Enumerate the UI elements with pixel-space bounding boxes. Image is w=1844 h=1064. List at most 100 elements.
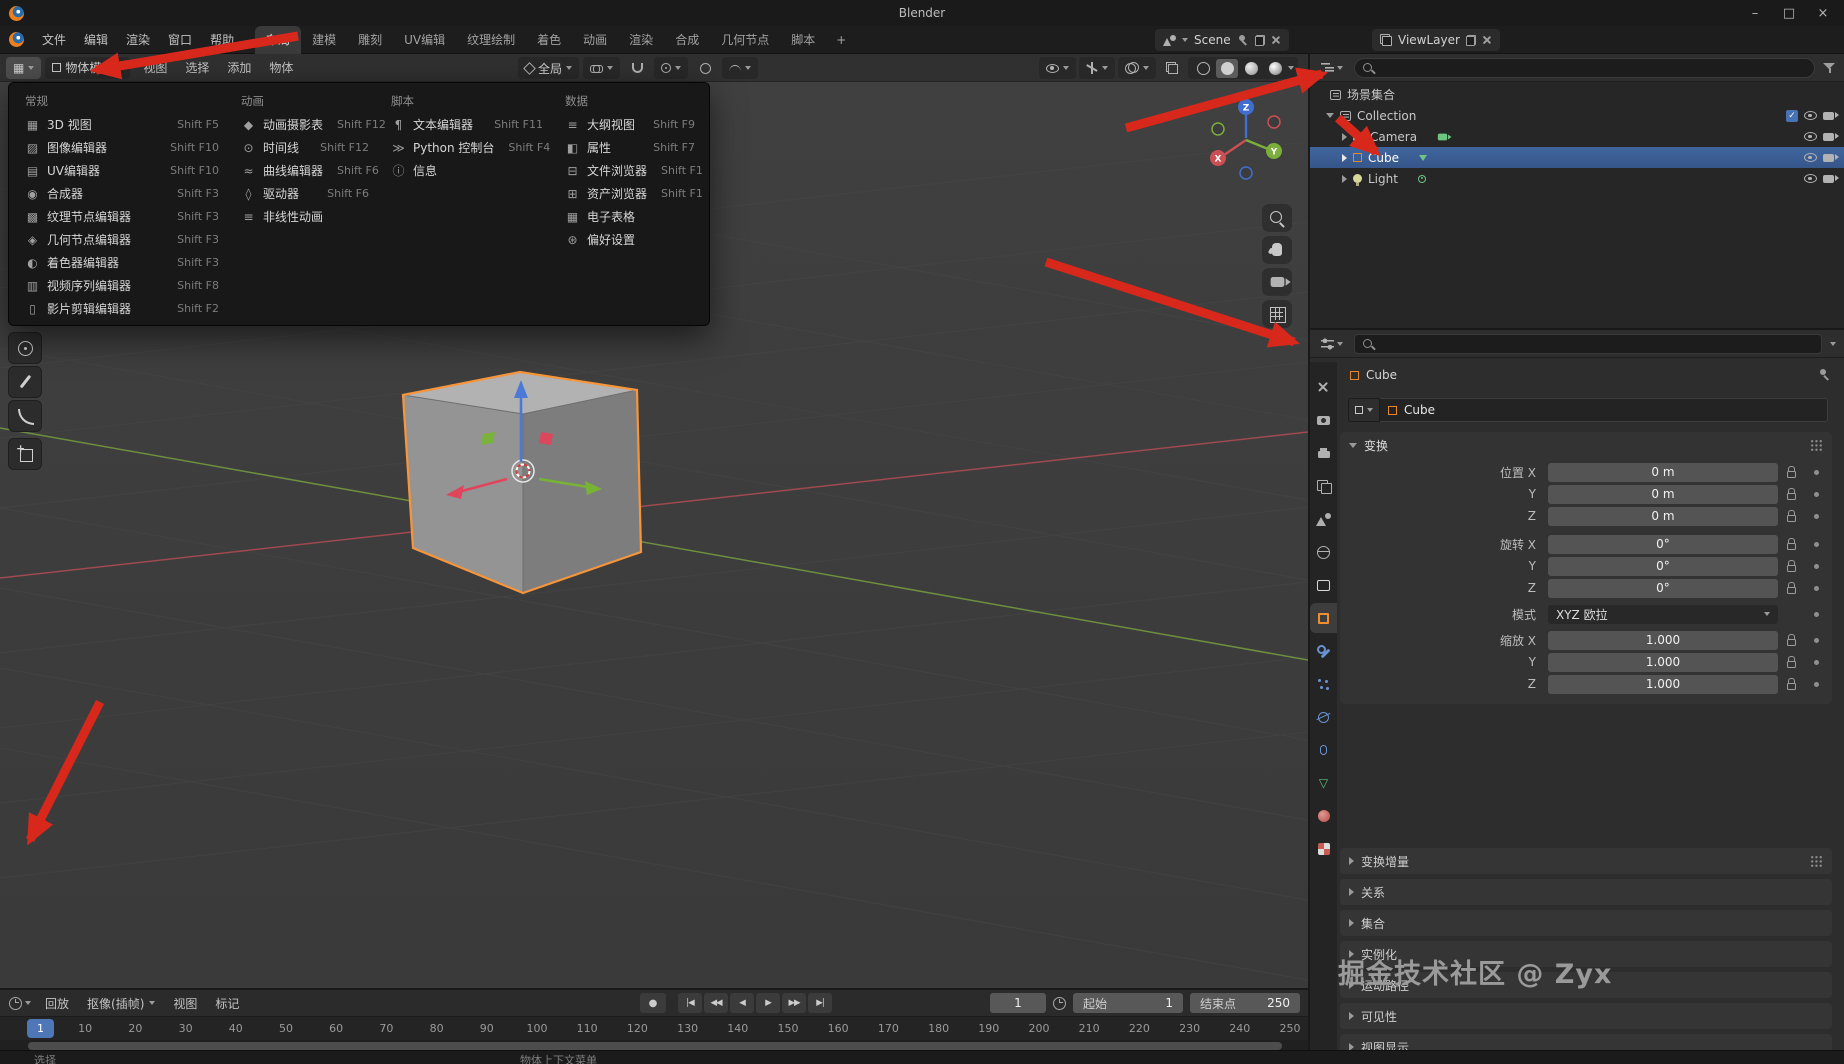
location-field[interactable]: 0 m: [1548, 484, 1778, 504]
editor-menu-item[interactable]: 图像编辑器 Shift F10: [16, 136, 226, 159]
outliner-row-camera[interactable]: Camera: [1310, 126, 1844, 147]
rotation-field[interactable]: 0°: [1548, 534, 1778, 554]
menubar-menu[interactable]: 编辑: [75, 29, 117, 51]
expand-caret-icon[interactable]: [1342, 153, 1347, 162]
shading-rendered-button[interactable]: [1264, 59, 1286, 78]
menubar-menu[interactable]: 文件: [33, 29, 75, 51]
workspace-tab[interactable]: 纹理绘制: [456, 26, 526, 54]
animate-decorator-icon[interactable]: [1813, 611, 1819, 617]
properties-tab-particles[interactable]: [1310, 669, 1337, 699]
properties-tab-material[interactable]: [1310, 801, 1337, 831]
properties-section[interactable]: 变换增量: [1340, 848, 1832, 874]
properties-tab-texture[interactable]: [1310, 834, 1337, 864]
current-frame-indicator[interactable]: 1: [27, 1019, 54, 1038]
collapse-caret-icon[interactable]: [1326, 113, 1334, 118]
properties-tab-collection[interactable]: [1310, 570, 1337, 600]
drag-grip-icon[interactable]: [1810, 438, 1823, 452]
editor-menu-item[interactable]: 偏好设置: [556, 228, 702, 251]
overlays-dropdown[interactable]: [1118, 57, 1156, 79]
gizmo-minus-y-ball[interactable]: [1211, 122, 1225, 136]
add-workspace-button[interactable]: +: [826, 33, 856, 47]
properties-tab-output[interactable]: [1310, 438, 1337, 468]
scale-field[interactable]: 1.000: [1548, 652, 1778, 672]
gizmos-dropdown[interactable]: [1079, 57, 1115, 79]
hide-in-viewport-icon[interactable]: [1804, 132, 1817, 141]
gizmo-minus-z-ball[interactable]: [1239, 166, 1253, 180]
viewport-menu[interactable]: 选择: [176, 57, 218, 79]
editor-menu-item[interactable]: 文本编辑器 Shift F11: [382, 113, 550, 136]
properties-editor-type-button[interactable]: [1318, 333, 1346, 355]
next-keyframe-button[interactable]: ▶▶: [782, 993, 806, 1013]
toggle-orthographic-button[interactable]: [1262, 300, 1292, 328]
editor-menu-item[interactable]: 文件浏览器 Shift F1: [556, 159, 703, 182]
workspace-tab[interactable]: 建模: [301, 26, 347, 54]
editor-menu-item[interactable]: 视频序列编辑器 Shift F8: [16, 274, 226, 297]
lock-icon[interactable]: [1786, 538, 1796, 550]
prev-keyframe-button[interactable]: ◀◀: [704, 993, 728, 1013]
new-viewlayer-icon[interactable]: [1465, 34, 1476, 46]
falloff-dropdown[interactable]: [722, 57, 759, 79]
editor-menu-item[interactable]: 曲线编辑器 Shift F6: [232, 159, 379, 182]
editor-menu-item[interactable]: 3D 视图 Shift F5: [16, 113, 226, 136]
outliner-row-collection[interactable]: Collection ✓: [1310, 105, 1844, 126]
properties-tab-scene[interactable]: [1310, 504, 1337, 534]
new-scene-icon[interactable]: [1254, 34, 1265, 46]
properties-section[interactable]: 视图显示: [1340, 1034, 1832, 1050]
editor-menu-item[interactable]: 属性 Shift F7: [556, 136, 702, 159]
animate-decorator-icon[interactable]: [1813, 659, 1819, 665]
expand-caret-icon[interactable]: [1342, 132, 1347, 141]
lock-icon[interactable]: [1786, 634, 1796, 646]
properties-tab-world[interactable]: [1310, 537, 1337, 567]
maximize-button[interactable]: □: [1774, 2, 1804, 24]
outliner-search[interactable]: [1354, 57, 1815, 78]
editor-menu-item[interactable]: 合成器 Shift F3: [16, 182, 226, 205]
animate-decorator-icon[interactable]: [1813, 513, 1819, 519]
jump-to-end-button[interactable]: ▶|: [808, 993, 832, 1013]
pin-id-icon[interactable]: [1818, 368, 1830, 381]
outliner-search-input[interactable]: [1378, 60, 1806, 75]
workspace-tab[interactable]: 几何节点: [710, 26, 780, 54]
location-field[interactable]: 0 m: [1548, 506, 1778, 526]
editor-menu-item[interactable]: 资产浏览器 Shift F1: [556, 182, 703, 205]
workspace-tab[interactable]: 脚本: [780, 26, 826, 54]
workspace-tab[interactable]: UV编辑: [393, 26, 456, 54]
xray-toggle[interactable]: [1159, 57, 1185, 79]
pan-view-button[interactable]: [1262, 236, 1292, 264]
panel-options-icon[interactable]: [1830, 341, 1836, 346]
editor-menu-item[interactable]: UV编辑器 Shift F10: [16, 159, 226, 182]
menubar-menu[interactable]: 窗口: [159, 29, 201, 51]
properties-tab-modifiers[interactable]: [1310, 636, 1337, 666]
properties-tab-object[interactable]: [1310, 603, 1337, 633]
timeline-menu[interactable]: 抠像(插帧): [78, 992, 164, 1014]
disable-in-render-icon[interactable]: [1823, 153, 1839, 162]
disable-in-render-icon[interactable]: [1823, 132, 1839, 141]
viewport-menu[interactable]: 视图: [134, 57, 176, 79]
editor-menu-item[interactable]: 驱动器 Shift F6: [232, 182, 376, 205]
zoom-button[interactable]: [1262, 204, 1292, 232]
orientation-dropdown[interactable]: 全局: [518, 57, 580, 79]
viewport-menu[interactable]: 添加: [218, 57, 260, 79]
rotation-mode-dropdown[interactable]: XYZ 欧拉: [1548, 604, 1778, 624]
workspace-tab[interactable]: 布局: [255, 25, 302, 54]
frame-start-field[interactable]: 起始 1: [1073, 993, 1183, 1013]
snap-target-dropdown[interactable]: [654, 57, 689, 79]
animate-decorator-icon[interactable]: [1813, 469, 1819, 475]
shading-solid-button[interactable]: [1216, 58, 1238, 78]
workspace-tab[interactable]: 雕刻: [347, 26, 393, 54]
editor-menu-item[interactable]: 时间线 Shift F12: [232, 136, 376, 159]
animate-decorator-icon[interactable]: [1813, 563, 1819, 569]
properties-tab-tool[interactable]: [1310, 372, 1337, 402]
properties-section[interactable]: 可见性: [1340, 1003, 1832, 1029]
tool-cursor-button[interactable]: [8, 332, 42, 364]
outliner-row-scene-collection[interactable]: 场景集合: [1310, 84, 1844, 105]
jump-to-start-button[interactable]: |◀: [678, 993, 702, 1013]
play-button[interactable]: ▶: [756, 993, 780, 1013]
minimize-button[interactable]: –: [1740, 2, 1770, 24]
timeline-menu[interactable]: 视图: [164, 992, 206, 1014]
snap-pivot-dropdown[interactable]: [583, 57, 621, 79]
shading-wireframe-button[interactable]: [1192, 59, 1214, 78]
unlink-scene-icon[interactable]: [1271, 35, 1281, 45]
app-menu-button[interactable]: [0, 29, 33, 51]
tool-measure-button[interactable]: [8, 400, 42, 432]
properties-section[interactable]: 集合: [1340, 910, 1832, 936]
